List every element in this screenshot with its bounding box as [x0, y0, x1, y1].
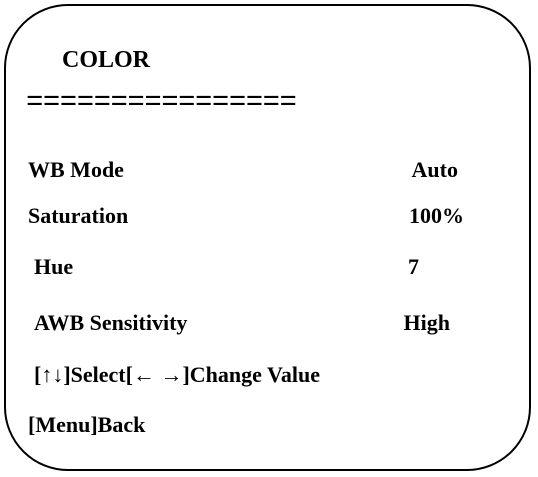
menu-item-value: 7: [408, 254, 419, 279]
menu-title: COLOR: [62, 47, 151, 73]
menu-item-value: Auto: [411, 157, 458, 182]
osd-menu-frame: [4, 4, 531, 471]
menu-item-label: Saturation: [28, 203, 129, 228]
back-hint: [Menu]Back: [28, 412, 146, 437]
menu-item-value: 100%: [409, 203, 464, 228]
select-change-hint: [↑↓]Select[← →]Change Value: [34, 362, 320, 387]
menu-item-value: High: [403, 310, 450, 335]
menu-item-label: Hue: [34, 254, 74, 279]
title-divider: ================: [26, 86, 297, 119]
menu-item-label: AWB Sensitivity: [34, 310, 188, 335]
menu-item-label: WB Mode: [28, 157, 124, 182]
